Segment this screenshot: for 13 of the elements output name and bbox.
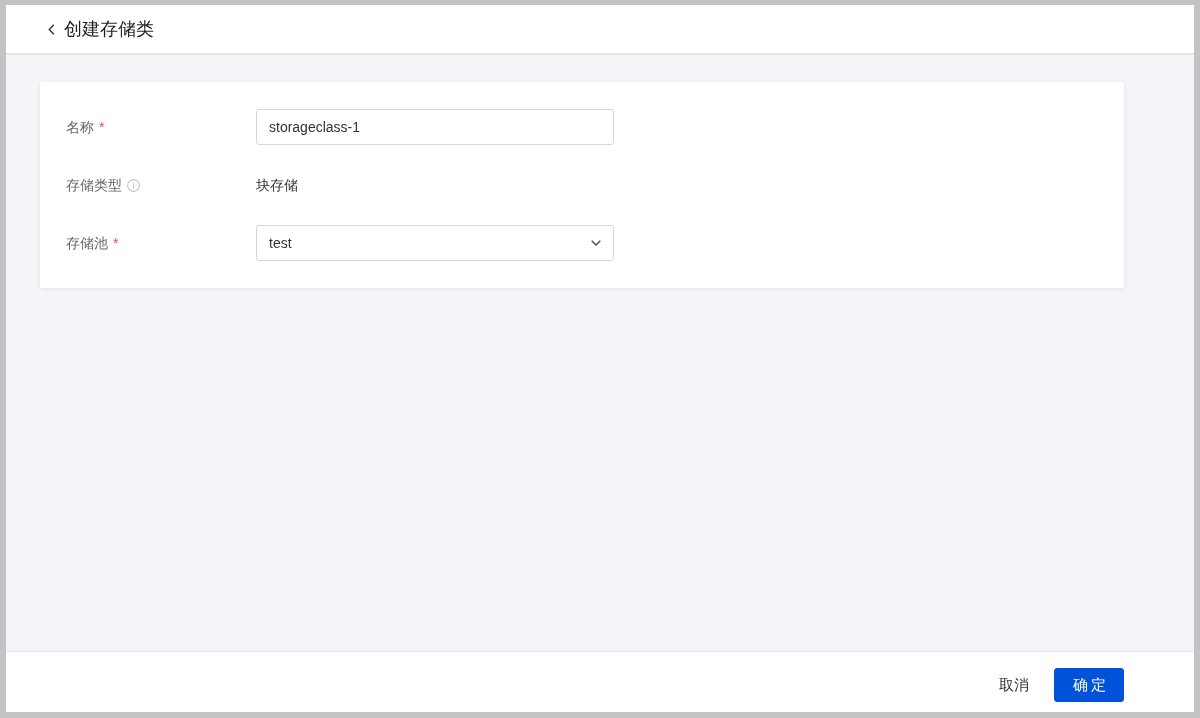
name-input-field[interactable]: storageclass-1: [256, 109, 614, 145]
chevron-left-icon: [47, 23, 55, 35]
field-label: 存储池: [66, 234, 108, 253]
pool-select-field[interactable]: test: [256, 225, 614, 261]
required-mark: *: [99, 118, 105, 137]
cancel-button[interactable]: 取消: [987, 668, 1041, 702]
required-mark: *: [113, 234, 119, 253]
page-title: 创建存储类: [64, 18, 154, 41]
field-label: 存储类型: [66, 176, 122, 195]
confirm-button[interactable]: 确定: [1054, 668, 1124, 702]
field-label: 名称: [66, 118, 94, 137]
caret-icon: [591, 240, 601, 246]
field-value: 块存储: [256, 176, 298, 195]
